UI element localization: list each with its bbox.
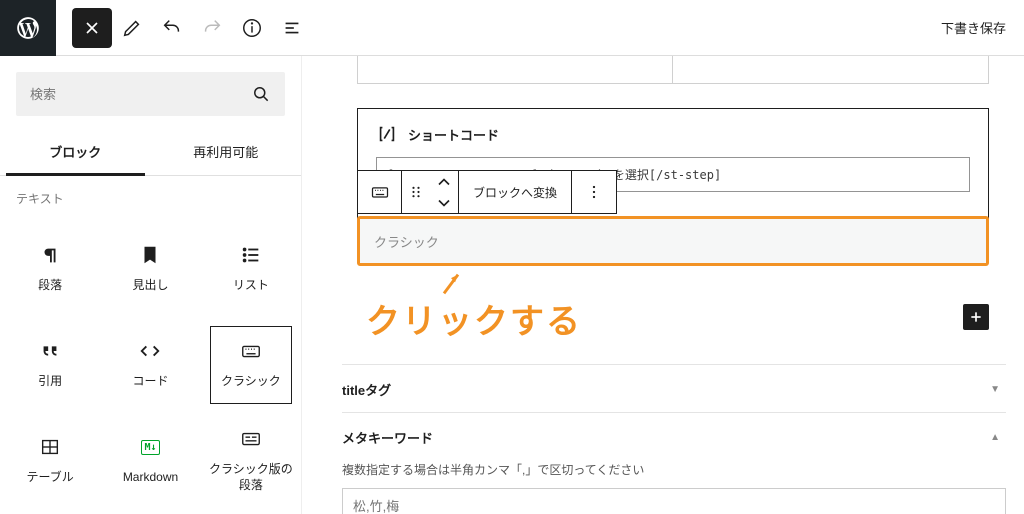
pencil-icon: [121, 17, 143, 39]
wordpress-icon: [15, 15, 41, 41]
search-icon: [251, 84, 271, 104]
drag-icon: [406, 182, 426, 202]
block-toolbar: ブロックへ変換: [357, 170, 617, 214]
block-inserter-panel: ブロック 再利用可能 テキスト 段落 見出し リスト 引用 コード クラシック: [0, 56, 302, 514]
block-heading[interactable]: 見出し: [100, 221, 200, 317]
close-icon: [82, 18, 102, 38]
close-inserter-button[interactable]: [72, 8, 112, 48]
block-code[interactable]: コード: [100, 317, 200, 413]
meta-keyword-input[interactable]: [342, 488, 1006, 514]
redo-icon: [201, 17, 223, 39]
chevron-up-icon: [434, 172, 454, 192]
drag-handle[interactable]: [402, 171, 430, 213]
classic-paragraph-icon: [240, 428, 262, 450]
block-list[interactable]: リスト: [201, 221, 301, 317]
block-type-button[interactable]: [358, 171, 402, 213]
editor-topbar: 下書き保存: [0, 0, 1024, 56]
more-vertical-icon: [584, 182, 604, 202]
plus-icon: [968, 309, 984, 325]
block-table[interactable]: テーブル: [0, 413, 100, 509]
meta-keyword-label: メタキーワード: [342, 428, 433, 447]
info-button[interactable]: [232, 8, 272, 48]
block-classic[interactable]: クラシック: [201, 317, 301, 413]
meta-keyword-hint: 複数指定する場合は半角カンマ「,」で区切ってください: [342, 461, 1006, 478]
redo-button[interactable]: [192, 8, 232, 48]
block-quote[interactable]: 引用: [0, 317, 100, 413]
shortcode-icon: [376, 123, 398, 145]
edit-tool-button[interactable]: [112, 8, 152, 48]
meta-keyword-toggle[interactable]: メタキーワード ▲: [342, 428, 1006, 447]
inserter-tabs: ブロック 再利用可能: [0, 128, 301, 176]
section-text-label: テキスト: [0, 176, 301, 221]
classic-block[interactable]: クラシック: [357, 216, 989, 266]
move-buttons[interactable]: [430, 171, 458, 213]
chevron-down-icon: [434, 193, 454, 213]
annotation-text: クリックする: [366, 294, 582, 343]
search-input[interactable]: [30, 87, 251, 102]
markdown-icon: M↓: [141, 436, 159, 458]
keyboard-icon: [240, 340, 262, 362]
block-grid: 段落 見出し リスト 引用 コード クラシック テーブル M↓ Markdown: [0, 221, 301, 509]
title-tag-field: titleタグ ▼: [342, 364, 1006, 414]
save-draft-button[interactable]: 下書き保存: [923, 18, 1024, 37]
truncated-columns-block[interactable]: [357, 56, 989, 84]
editor-canvas: ショートコード [st-step step_no="3"]"クラシック"を選択[…: [302, 56, 1024, 514]
tab-blocks[interactable]: ブロック: [0, 128, 151, 175]
search-row: [16, 72, 285, 116]
keyboard-icon: [370, 182, 390, 202]
quote-icon: [39, 340, 61, 362]
chevron-up-icon: ▲: [990, 432, 1000, 443]
list-view-icon: [281, 17, 303, 39]
undo-button[interactable]: [152, 8, 192, 48]
block-paragraph[interactable]: 段落: [0, 221, 100, 317]
tab-reusable[interactable]: 再利用可能: [151, 128, 302, 175]
undo-icon: [161, 17, 183, 39]
block-markdown[interactable]: M↓ Markdown: [100, 413, 200, 509]
wordpress-logo[interactable]: [0, 0, 56, 56]
list-icon: [240, 244, 262, 266]
meta-keyword-field: メタキーワード ▲ 複数指定する場合は半角カンマ「,」で区切ってください: [342, 412, 1006, 514]
info-icon: [241, 17, 263, 39]
bookmark-icon: [139, 244, 161, 266]
chevron-down-icon: ▼: [990, 384, 1000, 395]
title-tag-label: titleタグ: [342, 380, 391, 399]
shortcode-title: ショートコード: [408, 125, 499, 144]
add-block-button[interactable]: [963, 304, 989, 330]
table-icon: [39, 436, 61, 458]
block-classic-paragraph[interactable]: クラシック版の段落: [201, 413, 301, 509]
convert-to-blocks-button[interactable]: ブロックへ変換: [459, 171, 572, 213]
paragraph-icon: [39, 244, 61, 266]
more-options-button[interactable]: [572, 171, 616, 213]
shortcode-header: ショートコード: [376, 123, 970, 145]
outline-button[interactable]: [272, 8, 312, 48]
title-tag-toggle[interactable]: titleタグ ▼: [342, 380, 1006, 399]
classic-placeholder: クラシック: [374, 232, 439, 251]
code-icon: [139, 340, 161, 362]
